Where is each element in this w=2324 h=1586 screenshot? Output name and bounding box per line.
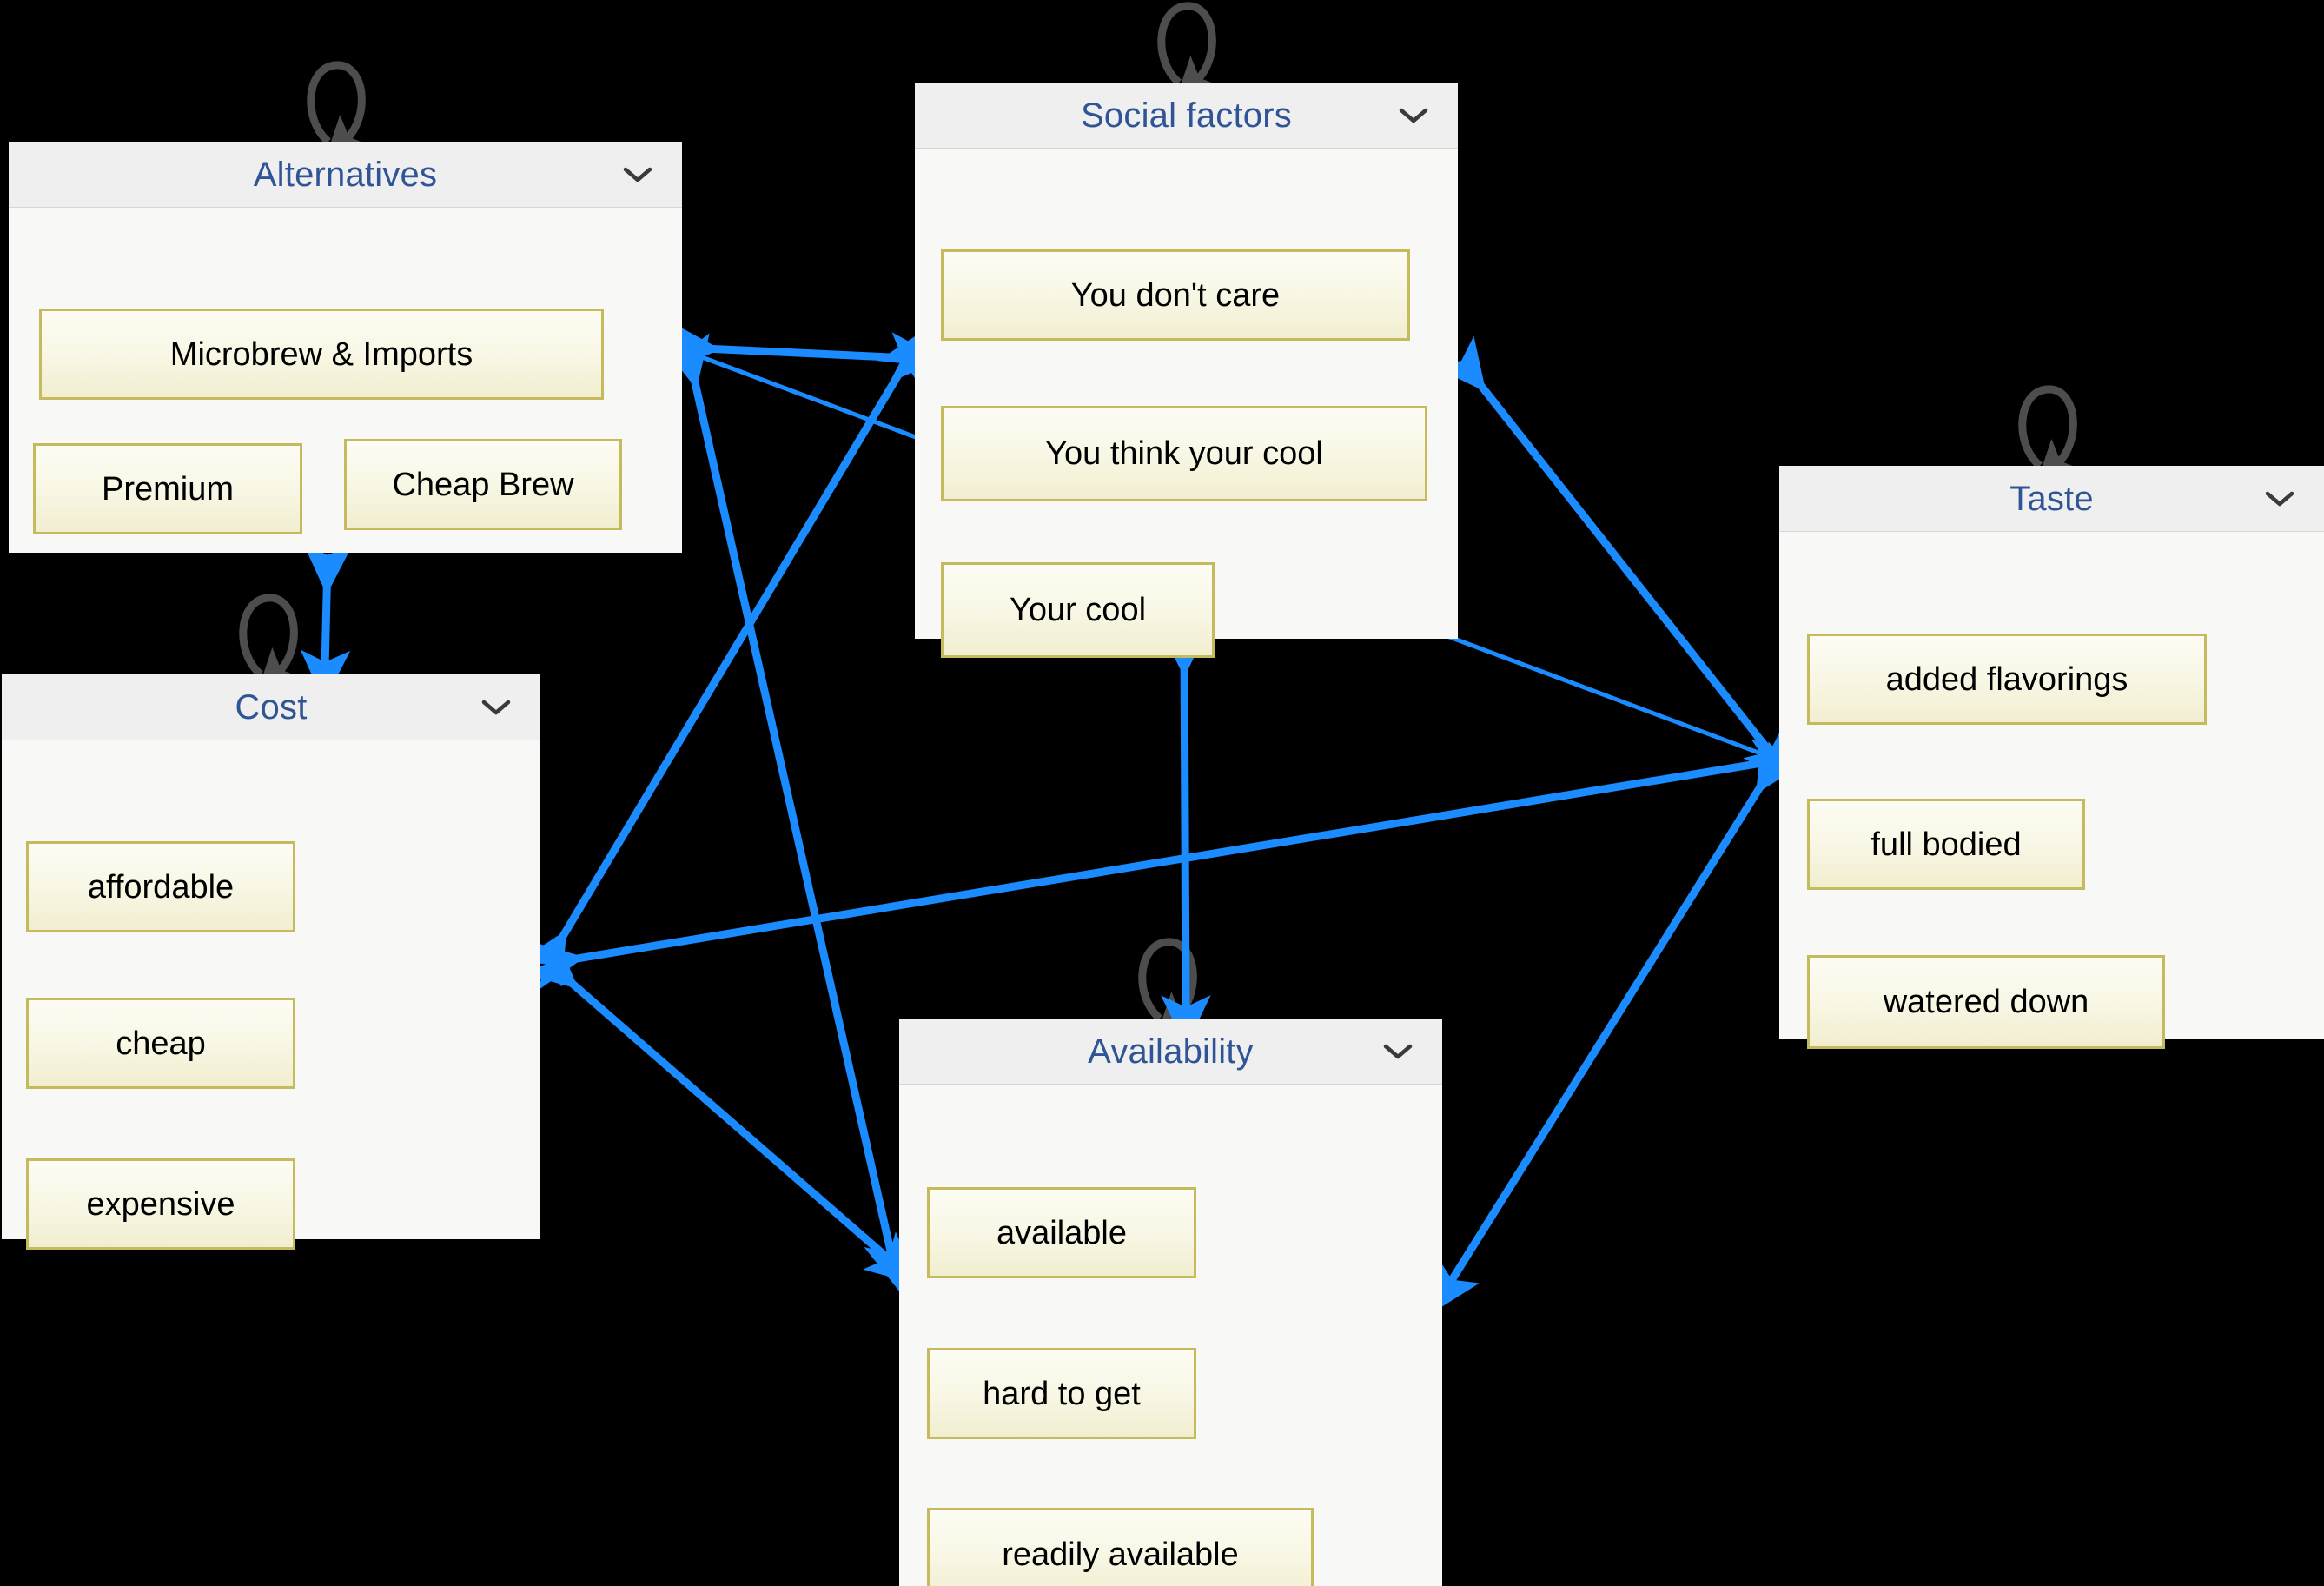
node-label: added flavorings [1885, 660, 2129, 698]
panel-title-taste: Taste [2009, 479, 2094, 518]
node-your-cool[interactable]: Your cool [941, 562, 1215, 658]
node-label: affordable [87, 868, 235, 906]
chevron-down-icon[interactable] [1399, 107, 1428, 124]
node-full-bodied[interactable]: full bodied [1807, 799, 2085, 890]
chevron-down-icon[interactable] [481, 699, 511, 716]
node-added-flavorings[interactable]: added flavorings [1807, 634, 2207, 725]
edge-social-factors-taste [1434, 335, 1795, 784]
edge-cost-taste [529, 739, 1807, 991]
node-microbrew-imports[interactable]: Microbrew & Imports [39, 309, 604, 400]
node-available[interactable]: available [927, 1187, 1196, 1278]
panel-header-cost[interactable]: Cost [2, 674, 540, 740]
self-loop-social-factors [1157, 2, 1222, 103]
self-loop-alternatives [307, 61, 372, 162]
edge-alternatives-social-factors [667, 322, 943, 382]
node-label: Your cool [1009, 592, 1147, 628]
panel-alternatives[interactable]: Alternatives Microbrew & Imports Premium… [9, 142, 682, 553]
node-cheap-brew[interactable]: Cheap Brew [344, 439, 622, 530]
self-loop-cost [239, 594, 304, 694]
node-label: Premium [101, 470, 235, 508]
diagram-canvas: Alternatives Microbrew & Imports Premium… [0, 0, 2324, 1586]
self-loop-taste [2018, 385, 2083, 486]
node-hard-to-get[interactable]: hard to get [927, 1348, 1196, 1439]
panel-taste[interactable]: Taste added flavorings full bodied water… [1779, 466, 2324, 1049]
node-premium[interactable]: Premium [33, 443, 302, 534]
node-expensive[interactable]: expensive [26, 1158, 295, 1250]
node-label: watered down [1883, 984, 2089, 1020]
node-you-think-your-cool[interactable]: You think your cool [941, 406, 1427, 501]
panel-availability[interactable]: Availability available hard to get readi… [899, 1019, 1442, 1586]
edge-taste-availability [1431, 736, 1804, 1314]
node-readily-available[interactable]: readily available [927, 1508, 1314, 1586]
panel-header-social-factors[interactable]: Social factors [915, 83, 1458, 149]
node-label: full bodied [1870, 826, 2022, 863]
panel-title-availability: Availability [1088, 1032, 1254, 1071]
chevron-down-icon[interactable] [2265, 490, 2294, 508]
node-label: cheap [116, 1025, 206, 1062]
node-you-dont-care[interactable]: You don't care [941, 249, 1410, 341]
edge-alternatives-availability [660, 333, 913, 1292]
node-label: Microbrew & Imports [169, 335, 473, 373]
panel-cost[interactable]: Cost affordable cheap expensive [2, 674, 540, 1250]
node-label: expensive [86, 1185, 235, 1223]
node-label: readily available [1002, 1536, 1239, 1573]
node-affordable[interactable]: affordable [26, 841, 295, 932]
self-loop-availability [1138, 938, 1203, 1039]
panel-header-availability[interactable]: Availability [899, 1019, 1442, 1085]
node-label: You think your cool [1045, 435, 1323, 472]
edge-alternatives-cost [300, 542, 354, 702]
node-watered-down[interactable]: watered down [1807, 955, 2165, 1049]
node-label: available [996, 1214, 1127, 1251]
panel-header-taste[interactable]: Taste [1779, 466, 2324, 532]
edge-social-factors-availability [1159, 626, 1211, 1047]
chevron-down-icon[interactable] [1383, 1043, 1413, 1060]
node-label: You don't care [1070, 276, 1281, 314]
edge-cost-availability [523, 936, 918, 1284]
panel-title-alternatives: Alternatives [253, 155, 438, 194]
panel-title-social-factors: Social factors [1081, 96, 1292, 135]
node-cheap[interactable]: cheap [26, 998, 295, 1089]
panel-header-alternatives[interactable]: Alternatives [9, 142, 682, 208]
node-label: Cheap Brew [392, 466, 574, 503]
chevron-down-icon[interactable] [623, 166, 652, 183]
node-label: hard to get [983, 1375, 1141, 1412]
panel-title-cost: Cost [235, 687, 308, 727]
panel-social-factors[interactable]: Social factors You don't care You think … [915, 83, 1458, 658]
